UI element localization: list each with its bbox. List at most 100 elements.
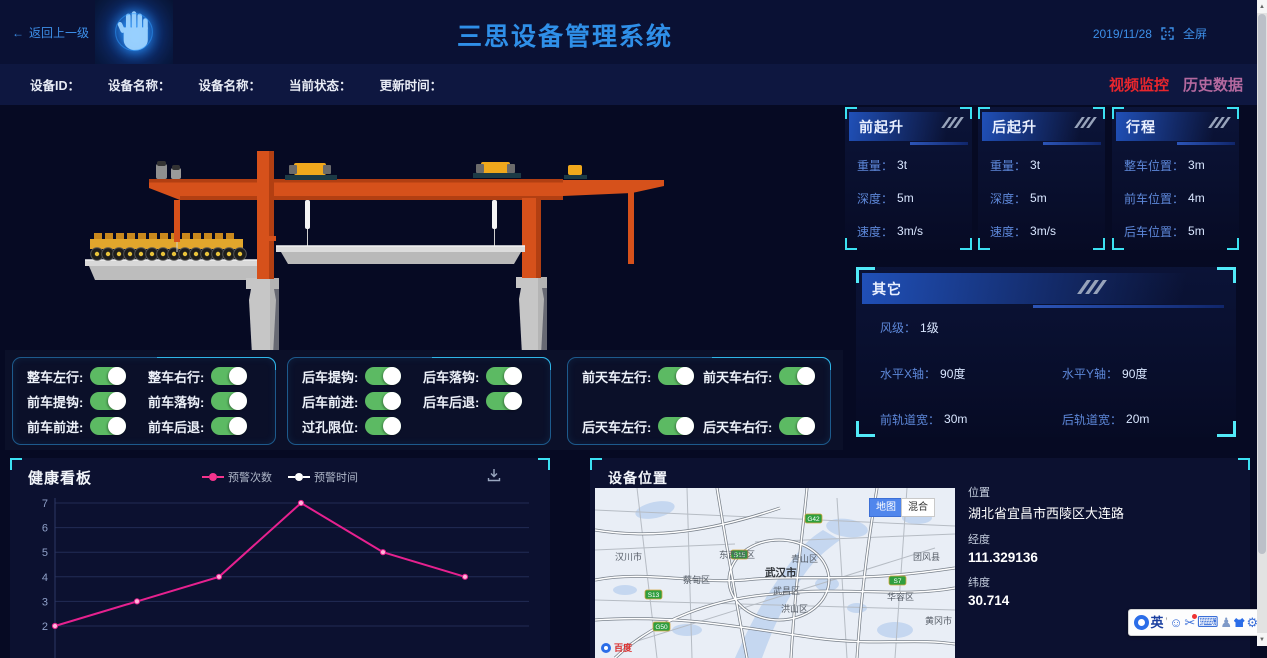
switch-label: 整车左行: [27, 367, 83, 386]
svg-text:武昌区: 武昌区 [773, 585, 800, 596]
legend-item-alarm-count[interactable]: 预警次数 [202, 469, 272, 485]
punctuation-icon[interactable]: ’ [1165, 617, 1167, 628]
emoji-face-icon[interactable]: ☺ [1169, 616, 1182, 629]
toggle-switch[interactable] [211, 367, 247, 385]
baidu-ime-logo-icon[interactable] [1134, 615, 1149, 630]
health-panel-title: 健康看板 [28, 467, 92, 488]
page-title: 三思设备管理系统 [457, 17, 673, 53]
svg-text:洪山区: 洪山区 [781, 603, 808, 614]
crane-illustration [80, 140, 680, 355]
stat-label: 速度： [990, 223, 1026, 240]
legend-item-alarm-time[interactable]: 预警时间 [288, 469, 358, 485]
back-link[interactable]: ← 返回上一级 [12, 24, 89, 41]
stat-label: 重量： [857, 157, 893, 174]
svg-text:2: 2 [42, 621, 48, 633]
soft-keyboard-icon[interactable]: ⌨ [1197, 615, 1219, 630]
panel-other: 其它 风级：1级水平X轴：90度水平Y轴：90度前轨道宽：30m后轨道宽：20m… [856, 267, 1236, 437]
health-line-chart: 234567 [24, 492, 540, 658]
toggle-switch[interactable] [779, 417, 815, 435]
toggle-switch[interactable] [211, 417, 247, 435]
svg-text:青山区: 青山区 [791, 553, 818, 564]
switch-label: 前车前进: [27, 417, 83, 436]
view-tabs: 视频监控 历史数据 [1109, 64, 1243, 105]
toggle-switch[interactable] [365, 367, 401, 385]
toggle-switch[interactable] [365, 417, 401, 435]
location-value: 湖北省宜昌市西陵区大连路 [968, 503, 1124, 522]
switch-label: 整车右行: [148, 367, 204, 386]
longitude-value: 111.329136 [968, 550, 1124, 565]
toggle-switch[interactable] [779, 367, 815, 385]
panel-title: 前起升 [859, 117, 904, 137]
page-scrollbar[interactable] [1257, 0, 1267, 646]
tab-history-data[interactable]: 历史数据 [1183, 74, 1243, 95]
stat-value: 90度 [1122, 365, 1147, 382]
stat-value: 4m [1188, 191, 1205, 205]
language-toggle-icon[interactable]: 英 [1151, 616, 1164, 629]
switch-item: 前车落钩: [148, 390, 269, 412]
slash-decoration-icon [1078, 280, 1102, 294]
location-panel-title: 设备位置 [608, 468, 668, 488]
stat-row: 水平Y轴：90度 [1062, 363, 1226, 383]
svg-text:S13: S13 [648, 592, 660, 599]
toggle-switch[interactable] [211, 392, 247, 410]
switch-item: 过孔限位: [302, 415, 423, 437]
map-type-button-map[interactable]: 地图 [869, 498, 903, 517]
map-view[interactable]: G42S15S13S7G50 汉川市蔡甸区东西湖区武汉市武昌区青山区洪山区华容区… [595, 488, 955, 658]
slash-decoration-icon [1209, 117, 1227, 128]
glowing-hand-icon [114, 9, 154, 55]
panel-title: 其它 [872, 279, 902, 299]
download-icon[interactable] [486, 467, 502, 483]
fullscreen-icon[interactable] [1161, 27, 1174, 40]
stat-value: 5m [897, 191, 914, 205]
latitude-label: 纬度 [968, 574, 1124, 590]
bridge-pier [246, 277, 547, 355]
tab-video-monitor[interactable]: 视频监控 [1109, 74, 1169, 95]
stat-row: 后轨道宽：20m [1062, 409, 1226, 429]
svg-text:5: 5 [42, 547, 48, 559]
stat-label: 水平Y轴： [1062, 365, 1118, 382]
svg-text:7: 7 [42, 498, 48, 510]
map-type-button-hybrid[interactable]: 混合 [901, 498, 935, 517]
stat-value: 90度 [940, 365, 965, 382]
switch-label: 前天车左行: [582, 367, 651, 386]
scissors-icon[interactable]: ✂ [1184, 616, 1195, 629]
switch-item: 前天车左行: [582, 365, 703, 387]
scrollbar-down-arrow[interactable] [1257, 633, 1267, 646]
scrollbar-thumb[interactable] [1258, 14, 1266, 554]
toggle-switch[interactable] [486, 392, 522, 410]
date-label: 2019/11/28 [1093, 27, 1152, 41]
stat-label: 深度： [990, 190, 1026, 207]
switch-item: 后车后退: [423, 390, 544, 412]
baidu-paw-icon [601, 643, 611, 653]
panel-title: 行程 [1126, 117, 1156, 137]
svg-text:团风县: 团风县 [913, 552, 940, 562]
panel-rear-hoist: 后起升 重量：3t 深度：5m 速度：3m/s [978, 107, 1105, 250]
toggle-switch[interactable] [365, 392, 401, 410]
device-id-label: 设备ID： [30, 75, 80, 94]
switch-item: 整车右行: [148, 365, 269, 387]
toggle-switch[interactable] [90, 417, 126, 435]
location-label: 位置 [968, 484, 1124, 500]
stat-value: 5m [1030, 191, 1047, 205]
svg-text:武汉市: 武汉市 [765, 566, 797, 579]
toggle-switch[interactable] [90, 392, 126, 410]
toggle-switch[interactable] [658, 367, 694, 385]
switch-label: 后车落钩: [423, 367, 479, 386]
slash-decoration-icon [942, 117, 960, 128]
fullscreen-label[interactable]: 全屏 [1183, 25, 1207, 42]
switch-group-whole-vehicle: 整车左行:整车右行:前车提钩:前车落钩:前车前进:前车后退: [12, 357, 276, 445]
stat-label: 后车位置： [1124, 223, 1184, 240]
scrollbar-up-arrow[interactable] [1257, 0, 1267, 13]
app-logo [95, 0, 173, 64]
switch-item: 后车落钩: [423, 365, 544, 387]
chart-legend: 预警次数 预警时间 [202, 469, 358, 485]
current-status-label: 当前状态： [289, 75, 352, 94]
stat-value: 1级 [920, 319, 939, 336]
skin-icon[interactable] [1234, 618, 1245, 627]
toggle-switch[interactable] [90, 367, 126, 385]
switch-group-rear-vehicle: 后车提钩:后车落钩:后车前进:后车后退:过孔限位: [287, 357, 551, 445]
toggle-switch[interactable] [658, 417, 694, 435]
toggle-switch[interactable] [486, 367, 522, 385]
account-icon[interactable]: ♟ [1220, 616, 1232, 629]
stat-label: 后轨道宽： [1062, 411, 1122, 428]
